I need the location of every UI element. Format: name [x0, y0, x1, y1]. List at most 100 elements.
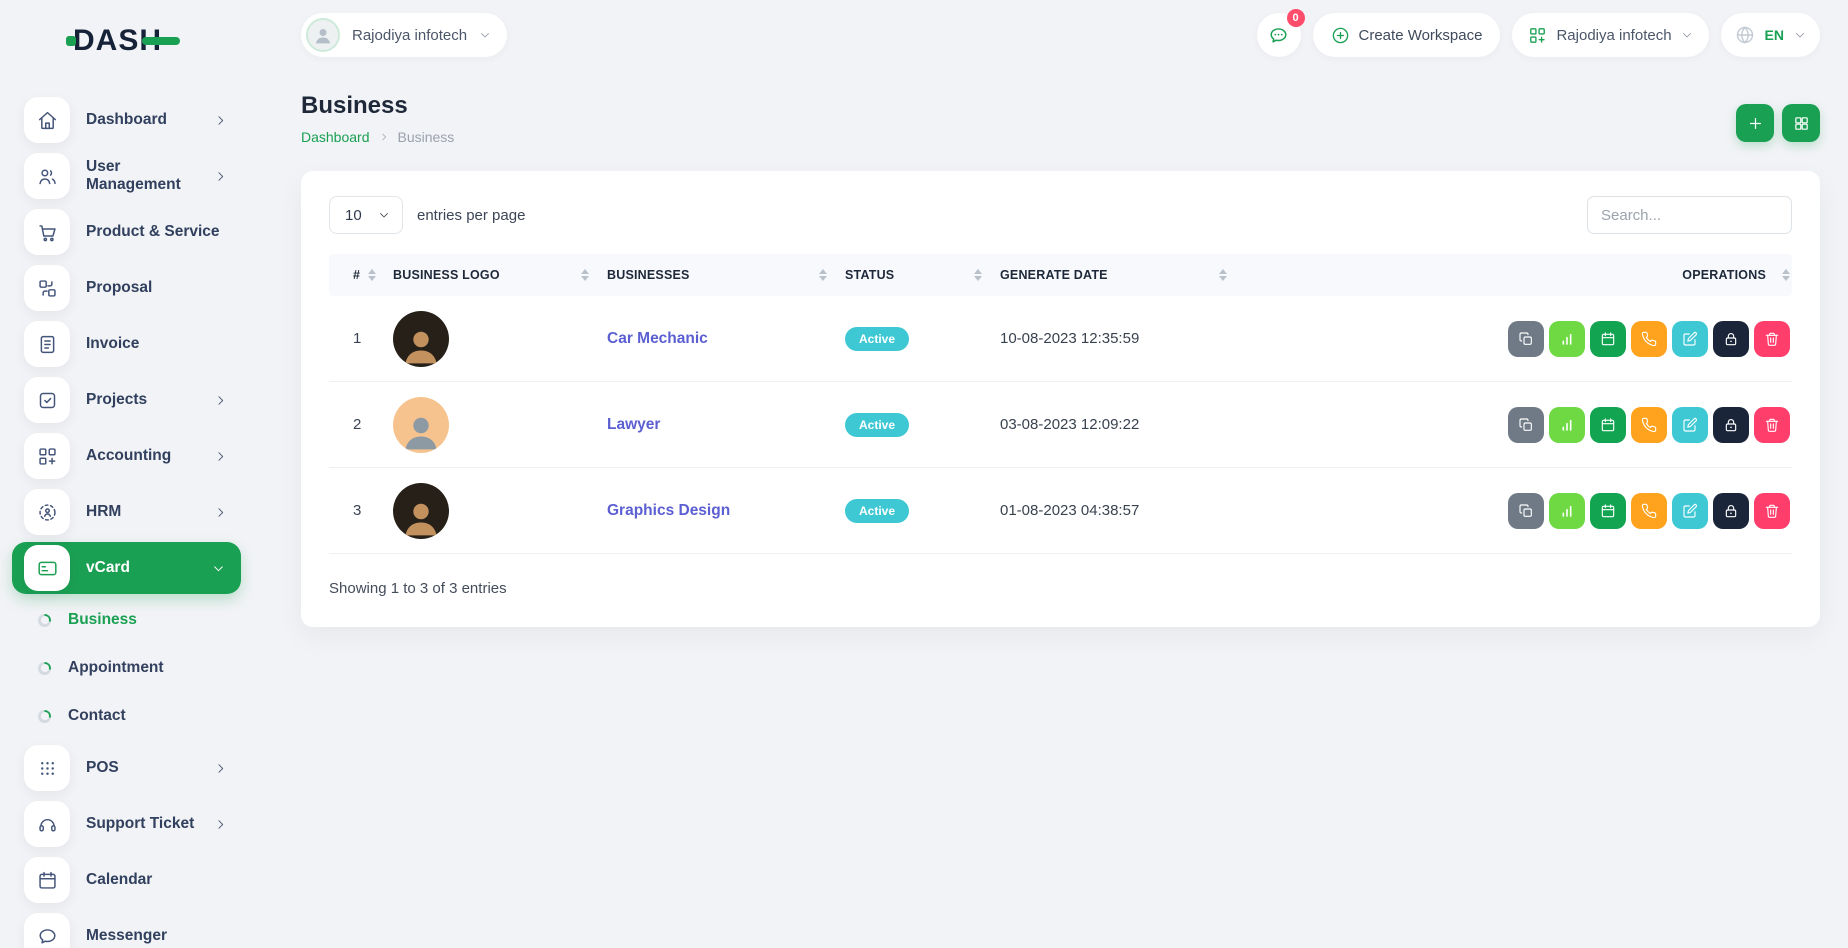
sidebar-item-invoice[interactable]: Invoice: [0, 316, 253, 372]
sidebar-item-projects[interactable]: Projects: [0, 372, 253, 428]
row-operations: [1508, 321, 1790, 357]
sidebar: DASH Dashboard User Management Product &…: [0, 0, 253, 948]
sidebar-item-calendar[interactable]: Calendar: [0, 852, 253, 908]
password-button[interactable]: [1713, 407, 1749, 443]
password-button[interactable]: [1713, 493, 1749, 529]
column-header-date[interactable]: GENERATE DATE: [1000, 268, 1245, 282]
person-icon: [399, 495, 443, 539]
column-label: BUSINESS LOGO: [393, 268, 500, 282]
sidebar-subitem-appointment[interactable]: Appointment: [0, 644, 253, 692]
main-area: Rajodiya infotech 0 Create Workspace Raj…: [253, 0, 1848, 948]
business-name-link[interactable]: Car Mechanic: [607, 330, 708, 347]
status-badge: Active: [845, 327, 909, 351]
chevron-right-icon: [214, 170, 227, 183]
business-table: # BUSINESS LOGO BUSINESSES STATUS GENERA…: [329, 254, 1792, 554]
business-name-link[interactable]: Lawyer: [607, 416, 660, 433]
add-business-button[interactable]: [1736, 104, 1774, 142]
call-button[interactable]: [1631, 407, 1667, 443]
chevron-right-icon: [214, 818, 227, 831]
column-header-operations[interactable]: OPERATIONS: [1245, 268, 1792, 282]
column-header-num[interactable]: #: [329, 268, 393, 282]
grid-view-button[interactable]: [1782, 104, 1820, 142]
sidebar-item-messenger[interactable]: Messenger: [0, 908, 253, 948]
entries-per-page-select[interactable]: 10: [329, 196, 403, 234]
duplicate-button[interactable]: [1508, 321, 1544, 357]
sidebar-item-dashboard[interactable]: Dashboard: [0, 92, 253, 148]
messages-button[interactable]: 0: [1257, 13, 1301, 57]
workspace-selector[interactable]: Rajodiya infotech: [301, 13, 507, 57]
chat-icon: [24, 913, 70, 948]
users-icon: [24, 153, 70, 199]
column-header-businesses[interactable]: BUSINESSES: [607, 268, 845, 282]
call-button[interactable]: [1631, 321, 1667, 357]
lock-icon: [1723, 417, 1739, 433]
edit-button[interactable]: [1672, 321, 1708, 357]
sidebar-subitem-business[interactable]: Business: [0, 596, 253, 644]
person-icon: [399, 409, 443, 453]
sidebar-item-pos[interactable]: POS: [0, 740, 253, 796]
chevron-down-icon: [1794, 29, 1806, 41]
analytics-button[interactable]: [1549, 407, 1585, 443]
sidebar-subitem-contact[interactable]: Contact: [0, 692, 253, 740]
chevron-right-icon: [214, 450, 227, 463]
edit-button[interactable]: [1672, 407, 1708, 443]
generate-date: 10-08-2023 12:35:59: [1000, 330, 1245, 347]
business-logo-avatar: [393, 483, 449, 539]
chevron-down-icon: [479, 29, 491, 41]
sidebar-item-label: Calendar: [86, 871, 227, 889]
search-input[interactable]: [1587, 196, 1792, 234]
chevron-right-icon: [379, 132, 389, 142]
column-header-status[interactable]: STATUS: [845, 268, 1000, 282]
app-logo[interactable]: DASH: [66, 26, 253, 56]
business-name-link[interactable]: Graphics Design: [607, 502, 730, 519]
breadcrumb-current: Business: [398, 129, 455, 145]
avatar: [306, 18, 340, 52]
sidebar-item-label: Support Ticket: [86, 815, 214, 833]
sidebar-item-user-management[interactable]: User Management: [0, 148, 253, 204]
sidebar-menu: Dashboard User Management Product & Serv…: [0, 92, 253, 948]
analytics-button[interactable]: [1549, 321, 1585, 357]
plus-circle-icon: [1331, 26, 1350, 45]
sidebar-item-label: Product & Service: [86, 223, 227, 241]
bar-chart-icon: [1559, 417, 1575, 433]
analytics-button[interactable]: [1549, 493, 1585, 529]
sidebar-item-hrm[interactable]: HRM: [0, 484, 253, 540]
language-selector[interactable]: EN: [1721, 13, 1820, 57]
sidebar-item-vcard[interactable]: vCard: [12, 542, 241, 594]
row-number: 1: [329, 330, 393, 347]
trash-icon: [1764, 417, 1780, 433]
appointment-button[interactable]: [1590, 407, 1626, 443]
password-button[interactable]: [1713, 321, 1749, 357]
edit-button[interactable]: [1672, 493, 1708, 529]
sidebar-item-label: vCard: [86, 559, 212, 577]
check-square-icon: [24, 377, 70, 423]
delete-button[interactable]: [1754, 493, 1790, 529]
sidebar-item-accounting[interactable]: Accounting: [0, 428, 253, 484]
submenu-bullet-icon: [38, 662, 51, 675]
appointment-button[interactable]: [1590, 321, 1626, 357]
page-title: Business: [301, 92, 454, 120]
sidebar-item-support-ticket[interactable]: Support Ticket: [0, 796, 253, 852]
org-selector[interactable]: Rajodiya infotech: [1512, 13, 1708, 57]
person-icon: [399, 323, 443, 367]
column-label: STATUS: [845, 268, 894, 282]
delete-button[interactable]: [1754, 321, 1790, 357]
edit-icon: [1682, 503, 1698, 519]
create-workspace-button[interactable]: Create Workspace: [1313, 13, 1501, 57]
call-button[interactable]: [1631, 493, 1667, 529]
sidebar-item-proposal[interactable]: Proposal: [0, 260, 253, 316]
duplicate-button[interactable]: [1508, 493, 1544, 529]
phone-icon: [1641, 417, 1657, 433]
column-header-logo[interactable]: BUSINESS LOGO: [393, 268, 607, 282]
lock-icon: [1723, 331, 1739, 347]
table-header-row: # BUSINESS LOGO BUSINESSES STATUS GENERA…: [329, 254, 1792, 296]
appointment-button[interactable]: [1590, 493, 1626, 529]
breadcrumb-dashboard-link[interactable]: Dashboard: [301, 129, 370, 145]
duplicate-button[interactable]: [1508, 407, 1544, 443]
delete-button[interactable]: [1754, 407, 1790, 443]
sidebar-item-label: Invoice: [86, 335, 227, 353]
bar-chart-icon: [1559, 331, 1575, 347]
sidebar-item-product-service[interactable]: Product & Service: [0, 204, 253, 260]
logo-dot-icon: [66, 36, 76, 46]
copy-icon: [1518, 417, 1534, 433]
